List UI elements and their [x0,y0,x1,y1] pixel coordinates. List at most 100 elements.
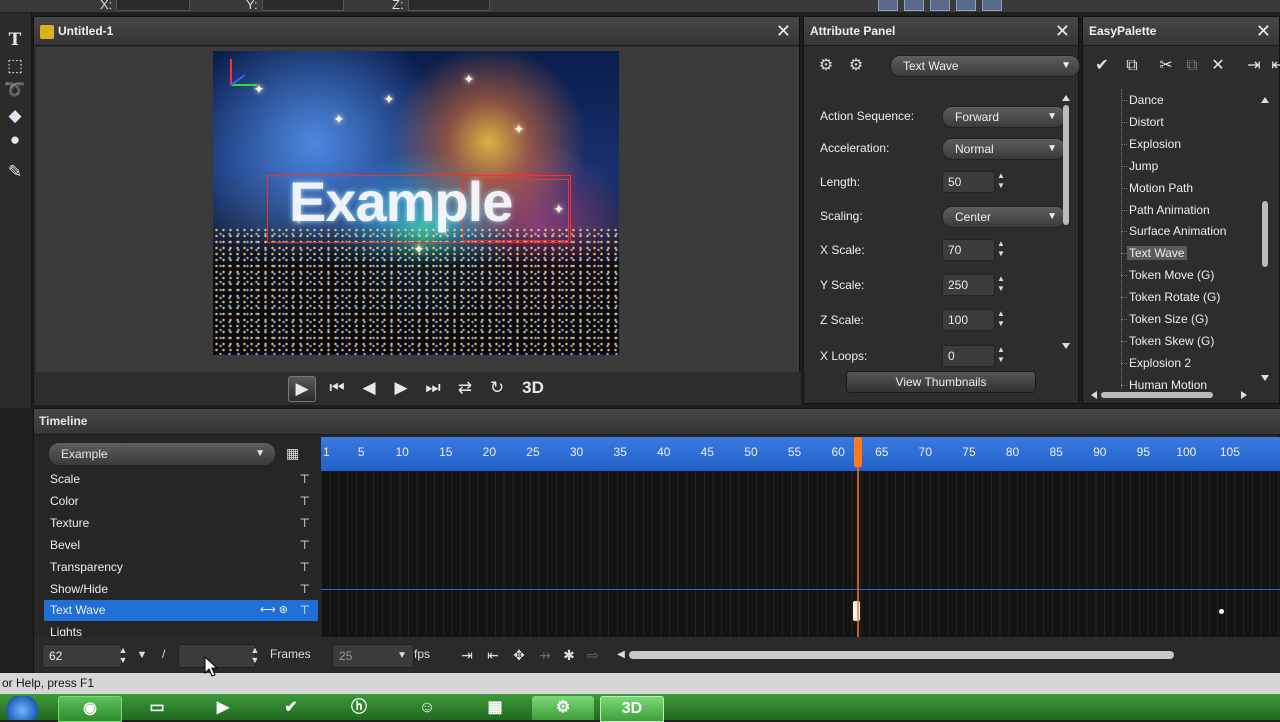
copy-icon[interactable]: ⧉ [1121,55,1143,77]
move-keyframe-icon[interactable]: ✥ [508,645,530,665]
media-player-icon[interactable]: ▶ [192,696,254,720]
timeline-track[interactable]: Texture ⊤ [44,513,318,534]
edit-tool-icon[interactable]: ✎ [3,161,27,183]
spinner-arrows-icon[interactable]: ▲ ▼ [994,345,1008,367]
shape-tool-icon[interactable]: ⬚ [3,55,27,77]
toolbar-view-button-4[interactable] [956,0,976,11]
pin-icon[interactable]: ⊤ [300,491,310,512]
toolbar-view-button-3[interactable] [930,0,950,11]
x-coord-field[interactable] [116,0,190,11]
playhead[interactable] [853,437,863,637]
attribute-scrollbar[interactable] [1060,93,1072,353]
checkmark-app-icon[interactable]: ✔ [260,696,322,720]
layers-icon[interactable]: ▦ [286,445,304,461]
frame-spinner-icon[interactable]: ▲ ▼ [116,645,130,665]
total-spinner-icon[interactable]: ▲ ▼ [248,645,262,665]
timeline-horizontal-scrollbar[interactable] [629,651,1174,659]
attr-spin-field[interactable]: 0 [942,345,995,367]
y-coord-field[interactable] [262,0,344,11]
track-options-icon[interactable]: ⟷ ⊛ [260,600,288,621]
timeline-track[interactable]: Show/Hide ⊤ [44,579,318,600]
hp-icon[interactable]: ⓗ [328,696,390,720]
add-keyframe-icon[interactable]: ⇥ [456,645,478,665]
palette-item[interactable]: Explosion [1129,137,1181,151]
start-orb-icon[interactable] [0,696,44,720]
timeline-grid[interactable] [321,471,1280,637]
messenger-icon[interactable]: ☺ [396,696,458,720]
insert-keyframe-icon[interactable]: ⇤ [482,645,504,665]
palette-item[interactable]: Token Rotate (G) [1129,290,1220,304]
attr-spin-field[interactable]: 70 [942,239,995,261]
scene-preview[interactable]: ✦ ✦ ✦ ✦ ✦ ✦ ✦ ✦ Example [213,51,619,355]
palette-item[interactable]: Motion Path [1129,181,1193,195]
apply-check-icon[interactable]: ✔ [1091,55,1113,77]
timeline-track[interactable]: Scale ⊤ [44,469,318,490]
three-d-app-icon[interactable]: 3D [600,696,664,722]
z-coord-field[interactable] [408,0,490,11]
attribute-panel-close-button[interactable]: ✕ [1055,17,1070,45]
current-frame-field[interactable]: 62 [42,644,122,668]
copy-keyframe-icon[interactable]: ⇨ [582,645,604,665]
timeline-track[interactable]: Color ⊤ [44,491,318,512]
palette-item[interactable]: Token Size (G) [1129,312,1208,326]
frame-dropdown-icon[interactable]: ▼ [134,645,150,665]
palette-item[interactable]: Human Motion [1129,378,1207,389]
pin-icon[interactable]: ⊤ [300,513,310,534]
delete-icon[interactable]: ✕ [1207,55,1229,77]
play-button[interactable]: ▶ [288,376,316,402]
timeline-ruler[interactable]: 1 5 10 15 20 25 30 35 40 45 50 55 60 65 70 75 80 85 90 95 10… [321,437,1280,471]
go-to-start-button[interactable]: ⏮ [324,376,350,400]
palette-item[interactable]: Text Wave [1127,246,1187,261]
palette-item[interactable]: Dance [1129,93,1164,107]
pin-icon[interactable]: ⊤ [300,600,310,621]
easy-palette-close-button[interactable]: ✕ [1256,17,1271,45]
object-select[interactable]: Example ▼ [48,442,276,466]
palette-item[interactable]: Distort [1129,115,1164,129]
chrome-icon[interactable]: ◉ [58,696,122,722]
palette-item[interactable]: Explosion 2 [1129,356,1191,370]
three-d-button[interactable]: 3D [516,376,550,400]
timeline-track[interactable]: Lights [44,622,318,636]
fill-tool-icon[interactable]: ◆ [3,105,27,127]
media-app-icon[interactable]: ▦ [464,696,526,720]
scale-keyframe-icon[interactable]: ✱ [558,645,580,665]
swap-icon[interactable]: ⇄ [452,376,478,400]
pin-icon[interactable]: ⊤ [300,469,310,490]
pin-icon[interactable]: ⊤ [300,557,310,578]
folder-icon[interactable]: ▭ [126,696,188,720]
toolbar-view-button-1[interactable] [878,0,898,11]
palette-item[interactable]: Token Move (G) [1129,268,1214,282]
toolbar-view-button-2[interactable] [904,0,924,11]
palette-horizontal-scrollbar[interactable] [1089,389,1249,401]
palette-item[interactable]: Jump [1129,159,1158,173]
loop-icon[interactable]: ↻ [484,376,510,400]
pin-icon[interactable]: ⊤ [300,579,310,600]
remove-keyframe-icon[interactable]: ⇸ [534,645,556,665]
spinner-arrows-icon[interactable]: ▲ ▼ [994,309,1008,331]
next-frame-button[interactable]: ▶ [388,376,414,400]
attr-dropdown[interactable]: Forward ▼ [942,106,1066,128]
spinner-arrows-icon[interactable]: ▲ ▼ [994,171,1008,193]
add-effect-icon[interactable]: ⚙ [814,55,838,75]
palette-item[interactable]: Path Animation [1129,203,1210,217]
toolbar-view-button-5[interactable] [982,0,1002,11]
import-icon[interactable]: ⇥ [1243,55,1265,77]
text-tool-icon[interactable]: T [3,29,27,51]
view-thumbnails-button[interactable]: View Thumbnails [846,371,1036,393]
viewport-close-button[interactable]: ✕ [776,17,791,45]
spinner-arrows-icon[interactable]: ▲ ▼ [994,239,1008,261]
cut-icon[interactable]: ✂ [1155,55,1177,77]
go-to-end-button[interactable]: ⏭ [420,376,446,400]
effect-select[interactable]: Text Wave ▼ [890,55,1080,77]
timeline-track[interactable]: Transparency ⊤ [44,557,318,578]
palette-item[interactable]: Surface Animation [1129,224,1226,238]
fps-select[interactable]: 25 ▼ [332,644,414,668]
attr-dropdown[interactable]: Center ▼ [942,206,1066,228]
attr-spin-field[interactable]: 50 [942,171,995,193]
canvas-area[interactable]: ✦ ✦ ✦ ✦ ✦ ✦ ✦ ✦ Example [36,47,799,372]
palette-scrollbar[interactable] [1259,95,1271,385]
previous-frame-button[interactable]: ◀ [356,376,382,400]
export-icon[interactable]: ⇤ [1267,55,1280,77]
spinner-arrows-icon[interactable]: ▲ ▼ [994,274,1008,296]
timeline-track[interactable]: Bevel ⊤ [44,535,318,556]
